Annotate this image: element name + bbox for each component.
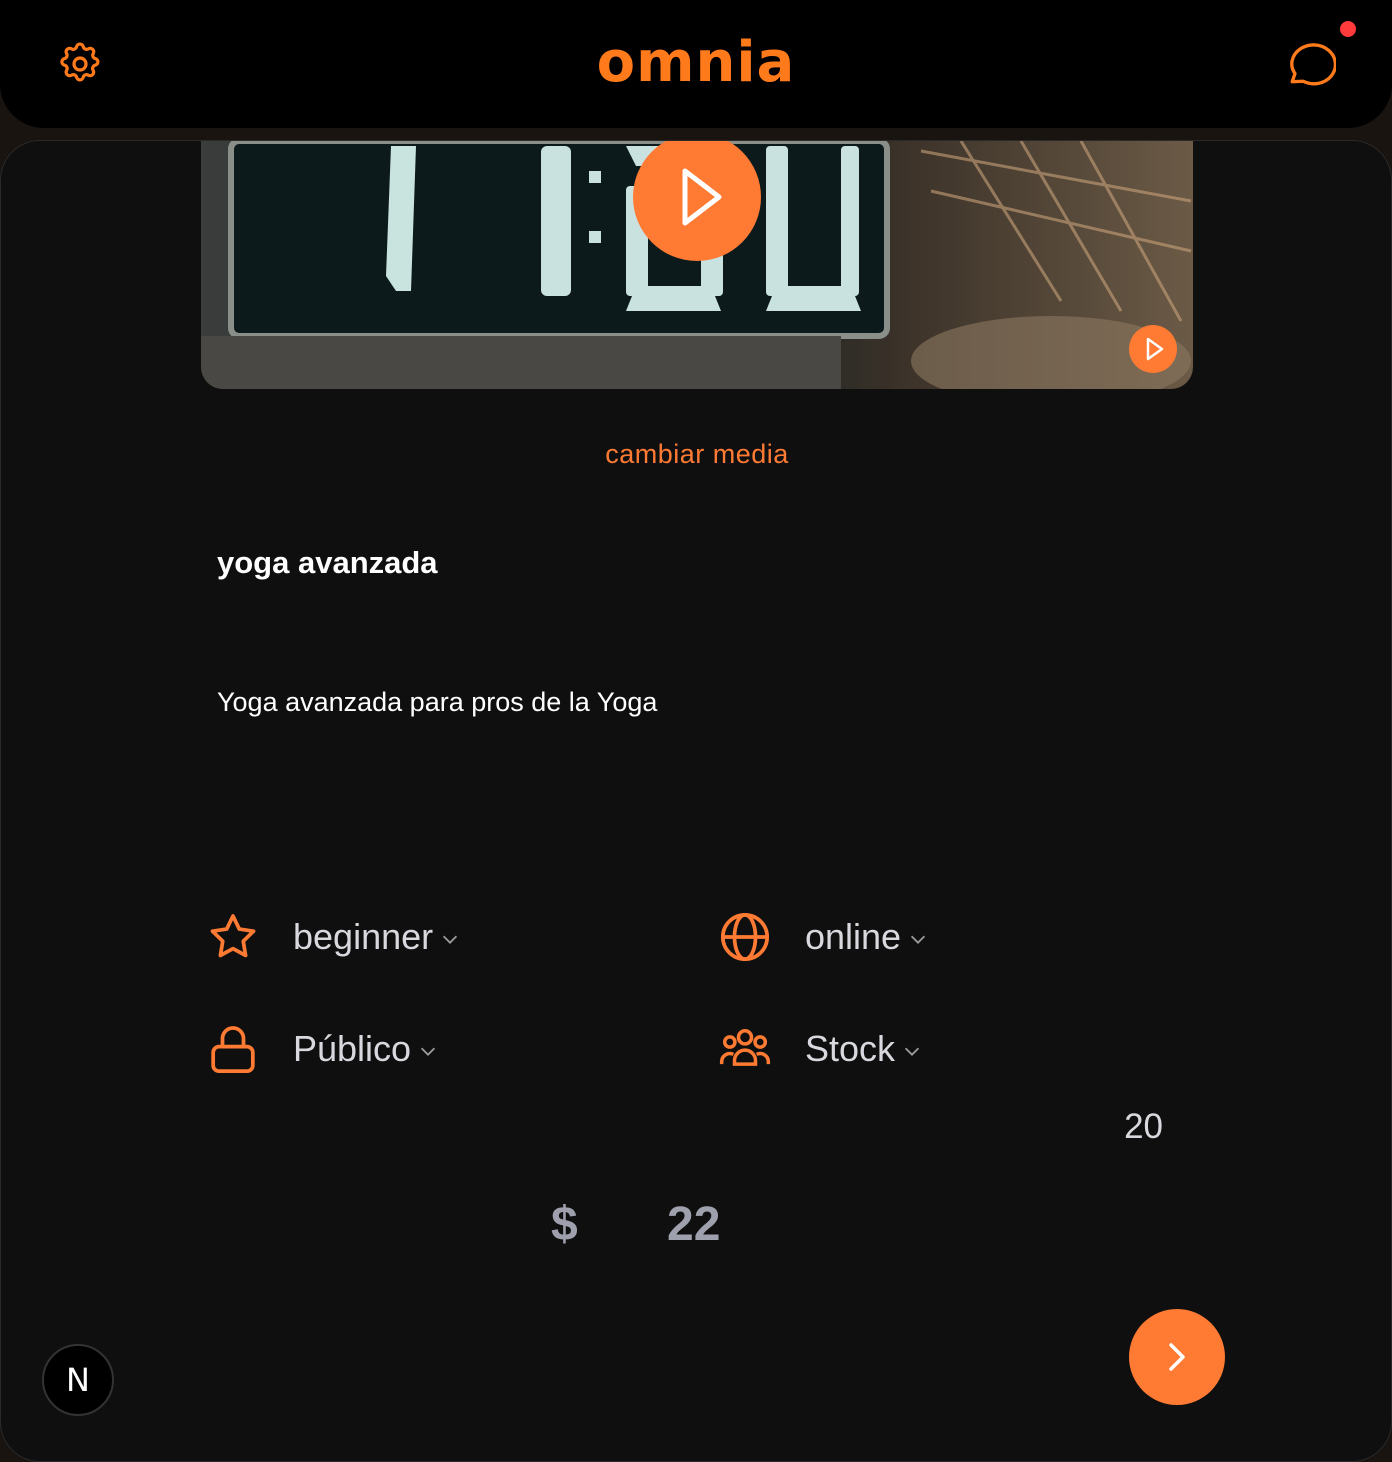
product-editor-card: cambiar media yoga avanzada Yoga avanzad… (0, 140, 1392, 1462)
dev-badge[interactable]: N (42, 1344, 114, 1416)
users-icon (719, 1029, 771, 1066)
play-button[interactable] (633, 141, 761, 261)
play-icon (682, 168, 722, 226)
product-title[interactable]: yoga avanzada (217, 545, 438, 581)
chevron-right-icon (1169, 1343, 1185, 1371)
capacity-value: Stock (805, 1028, 896, 1069)
play-small-button[interactable] (1129, 325, 1177, 373)
currency-symbol: $ (551, 1198, 578, 1251)
stock-quantity[interactable]: 20 (1091, 1107, 1163, 1147)
mode-select[interactable]: online (717, 909, 929, 965)
change-media-link[interactable]: cambiar media (1, 439, 1391, 470)
globe-icon (720, 912, 770, 962)
chevron-down-icon (421, 1047, 436, 1056)
level-value: beginner (293, 916, 434, 957)
capacity-select[interactable]: Stock (717, 1021, 923, 1077)
lock-icon (211, 1026, 255, 1074)
level-select[interactable]: beginner (205, 909, 461, 965)
star-icon (210, 914, 256, 958)
notification-dot (1340, 21, 1356, 37)
next-button[interactable] (1129, 1309, 1225, 1405)
product-description[interactable]: Yoga avanzada para pros de la Yoga (217, 687, 657, 718)
visibility-value: Público (293, 1028, 412, 1069)
media-preview[interactable] (201, 141, 1193, 389)
chevron-down-icon (911, 935, 926, 944)
play-icon (1146, 337, 1164, 361)
visibility-select[interactable]: Público (205, 1021, 439, 1077)
price-input[interactable]: 22 (667, 1197, 720, 1252)
mode-value: online (805, 916, 902, 957)
app-header: omnia (0, 0, 1392, 128)
chevron-down-icon (443, 935, 458, 944)
chevron-down-icon (904, 1047, 920, 1056)
chat-bubble-icon[interactable] (1286, 40, 1336, 90)
app-logo: omnia (596, 30, 796, 95)
